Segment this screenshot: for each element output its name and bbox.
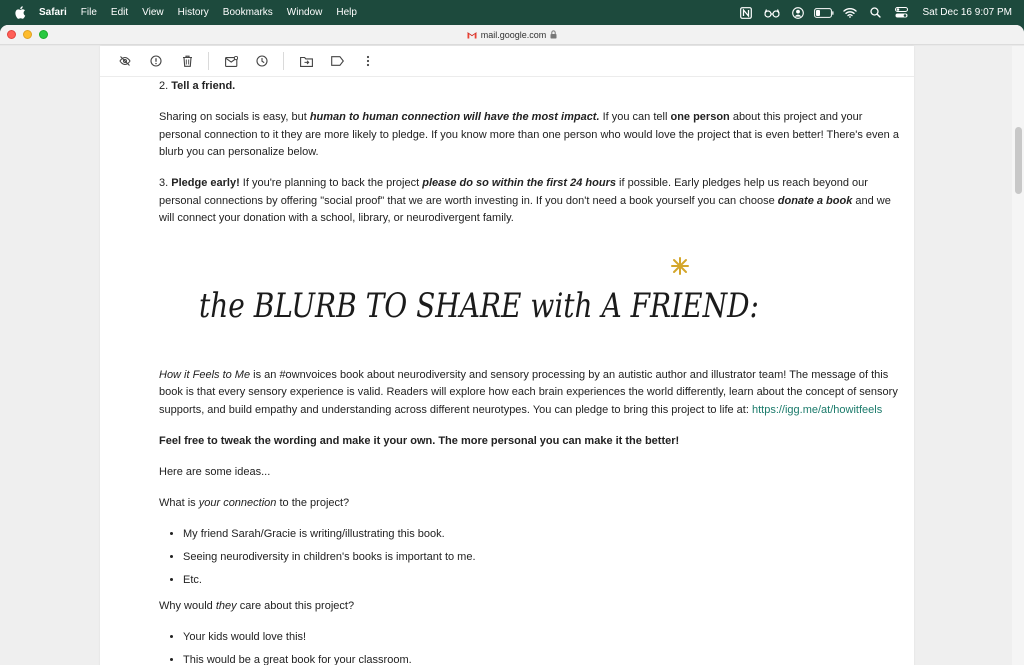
menu-history[interactable]: History	[171, 0, 216, 25]
list-item: My friend Sarah/Gracie is writing/illust…	[183, 526, 907, 544]
delete-icon[interactable]	[173, 47, 201, 75]
ideas-intro: Here are some ideas...	[159, 465, 271, 478]
text-run: Why would	[159, 600, 216, 612]
list-item: Seeing neurodiversity in children's book…	[183, 549, 907, 567]
address-text: mail.google.com	[480, 30, 547, 40]
email-panel: 2. Tell a friend. Sharing on socials is …	[100, 46, 914, 665]
safari-window: mail.google.com 2. Tell a friend. Sharin…	[0, 25, 1024, 665]
scrollbar-thumb[interactable]	[1015, 127, 1022, 194]
page-viewport: 2. Tell a friend. Sharing on socials is …	[0, 46, 1024, 665]
battery-icon[interactable]	[811, 0, 837, 25]
emphasis-text: human to human connection will have the …	[309, 111, 600, 123]
menu-help[interactable]: Help	[329, 0, 364, 25]
connection-list: My friend Sarah/Gracie is writing/illust…	[159, 526, 907, 590]
lock-icon	[550, 29, 557, 41]
step-3-title: Pledge early!	[171, 177, 240, 189]
bold-text: one person	[670, 111, 730, 123]
list-item: Etc.	[183, 572, 907, 590]
title-bar: mail.google.com	[0, 25, 1024, 45]
email-body: 2. Tell a friend. Sharing on socials is …	[159, 77, 907, 665]
pledge-link[interactable]: https://igg.me/at/howitfeels	[752, 404, 882, 416]
gmail-favicon-icon	[467, 31, 477, 39]
tweak-note: Feel free to tweak the wording and make …	[159, 433, 907, 451]
step-2-title: Tell a friend.	[171, 80, 236, 92]
more-icon[interactable]	[354, 47, 382, 75]
question-why-care: Why would they care about this project?	[159, 598, 907, 616]
star-accent-icon	[671, 256, 689, 275]
wifi-icon[interactable]	[837, 0, 863, 25]
step-2-number: 2.	[159, 80, 169, 92]
toolbar-divider	[283, 52, 284, 70]
user-icon[interactable]	[785, 0, 811, 25]
text-run: If you can tell	[599, 111, 671, 123]
menu-bookmarks[interactable]: Bookmarks	[216, 0, 280, 25]
emphasis-text: your connection	[198, 496, 277, 509]
info-icon[interactable]	[142, 47, 170, 75]
notion-icon[interactable]	[733, 0, 759, 25]
page-scrollbar[interactable]	[1012, 46, 1024, 665]
menu-file[interactable]: File	[74, 0, 104, 25]
menu-app-name[interactable]: Safari	[37, 0, 74, 25]
bold-text: Feel free to tweak the wording and make …	[159, 434, 680, 447]
text-run: If you're planning to back the project	[239, 177, 423, 189]
blurb-banner-text: the BLURB TO SHARE with A FRIEND:	[199, 286, 759, 326]
report-spam-icon[interactable]	[111, 47, 139, 75]
text-run: care about this project?	[236, 600, 355, 612]
menubar-clock[interactable]: Sat Dec 16 9:07 PM	[915, 7, 1013, 18]
step-2-heading: 2. Tell a friend.	[159, 78, 907, 96]
list-item: Your kids would love this!	[183, 629, 907, 647]
snooze-icon[interactable]	[248, 47, 276, 75]
list-item: This would be a great book for your clas…	[183, 652, 907, 665]
book-title: How it Feels to Me	[159, 368, 251, 381]
apple-menu-icon[interactable]	[13, 6, 27, 20]
menu-bar: Safari File Edit View History Bookmarks …	[0, 0, 1024, 25]
menu-window[interactable]: Window	[280, 0, 330, 25]
email-toolbar	[100, 46, 914, 77]
toolbar-divider	[208, 52, 209, 70]
emphasis-text: they	[215, 600, 237, 612]
step-3-number: 3.	[159, 177, 169, 189]
menu-edit[interactable]: Edit	[104, 0, 135, 25]
control-center-icon[interactable]	[889, 0, 915, 25]
text-run: to the project?	[276, 496, 350, 509]
move-to-icon[interactable]	[292, 47, 320, 75]
text-run: What is	[159, 496, 199, 509]
tell-friend-paragraph: Sharing on socials is easy, but human to…	[159, 109, 907, 162]
address-bar[interactable]: mail.google.com	[0, 25, 1024, 45]
emphasis-text: please do so within the first 24 hours	[422, 177, 616, 189]
mark-unread-icon[interactable]	[217, 47, 245, 75]
emphasis-text: donate a book	[777, 194, 853, 207]
question-connection: What is your connection to the project?	[159, 495, 907, 513]
blurb-paragraph: How it Feels to Me is an #ownvoices book…	[159, 367, 907, 420]
blurb-banner: the BLURB TO SHARE with A FRIEND:	[159, 242, 907, 367]
text-run: Sharing on socials is easy, but	[159, 111, 310, 123]
pledge-early-paragraph: 3. Pledge early! If you're planning to b…	[159, 175, 907, 228]
menu-view[interactable]: View	[135, 0, 171, 25]
glasses-icon[interactable]	[759, 0, 785, 25]
label-icon[interactable]	[323, 47, 351, 75]
why-care-list: Your kids would love this! This would be…	[159, 629, 907, 665]
search-icon[interactable]	[863, 0, 889, 25]
